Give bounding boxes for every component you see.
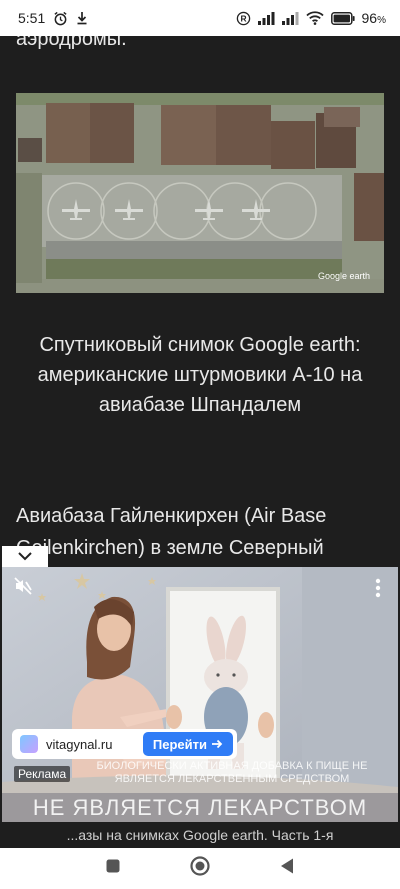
signal-icon: [281, 11, 299, 25]
status-time: 5:51: [18, 10, 46, 26]
advertiser-domain: vitagynal.ru: [46, 736, 113, 752]
download-icon: [76, 11, 88, 25]
signal-icon: [257, 11, 275, 25]
article-paragraph: Авиабаза Гайленкирхен (Air Base Geilenki…: [16, 505, 327, 559]
recents-button[interactable]: [99, 855, 127, 883]
ad-advertiser-chip[interactable]: vitagynal.ru Перейти: [12, 729, 237, 759]
satellite-photo[interactable]: Google earth: [16, 93, 384, 293]
back-icon: [279, 857, 295, 880]
chevron-down-icon: [17, 548, 33, 566]
registered-icon: R: [236, 11, 251, 26]
wifi-icon: [305, 11, 324, 25]
ad-go-button[interactable]: Перейти: [142, 732, 233, 756]
svg-text:R: R: [240, 13, 246, 23]
ad-more-button[interactable]: [366, 575, 390, 605]
google-earth-watermark: Google earth: [318, 271, 370, 281]
ad-disclaimer: Биологически активная добавка к пище не …: [96, 760, 368, 785]
advertiser-logo: [20, 735, 38, 753]
battery-level: 96%: [361, 10, 386, 26]
more-vertical-icon: [375, 578, 381, 603]
home-icon: [189, 855, 211, 882]
system-nav-bar: [0, 848, 400, 889]
alarm-icon: [53, 11, 68, 26]
article-content[interactable]: аэродромы. Google earth Спутниковый сним…: [0, 36, 400, 848]
back-button[interactable]: [273, 855, 301, 883]
arrow-right-icon: [211, 737, 223, 752]
ad-collapse-button[interactable]: [2, 546, 48, 568]
article-caption-fragment: ...азы на снимках Google earth. Часть 1-…: [66, 827, 334, 843]
recents-icon: [105, 858, 121, 879]
article-text-fragment: аэродромы.: [16, 36, 127, 50]
battery-icon: [330, 11, 355, 25]
ad-label: Реклама: [14, 766, 71, 782]
mute-button[interactable]: [8, 573, 38, 603]
home-button[interactable]: [186, 855, 214, 883]
ad-disclaimer-banner: НЕ ЯВЛЯЕТСЯ ЛЕКАРСТВОМ: [2, 793, 398, 822]
video-ad[interactable]: vitagynal.ru Перейти Биологически активн…: [2, 567, 398, 822]
mute-icon: [13, 576, 33, 601]
status-bar: 5:51 R 96%: [0, 0, 400, 36]
photo-caption: Спутниковый снимок Google earth: америка…: [37, 334, 363, 416]
